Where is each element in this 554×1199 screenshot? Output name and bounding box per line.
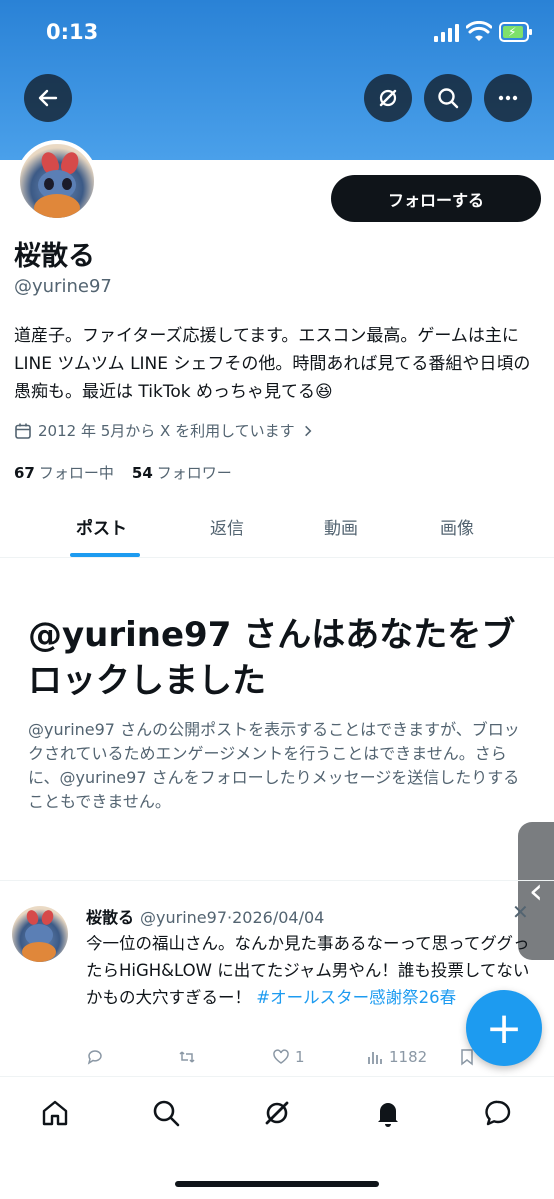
- grok-icon: [379, 89, 397, 107]
- heart-icon: [273, 1049, 289, 1064]
- views-icon: [368, 1052, 382, 1064]
- post-date[interactable]: 2026/04/04: [232, 908, 324, 927]
- follow-button[interactable]: フォローする: [331, 175, 541, 222]
- followers-label: フォロワー: [156, 464, 232, 482]
- nav-notifications[interactable]: [370, 1095, 406, 1131]
- status-bar: 0:13 ⚡: [0, 0, 554, 66]
- repost-button[interactable]: [178, 1048, 196, 1066]
- search-button[interactable]: [424, 74, 472, 122]
- followers-count: 54: [131, 464, 153, 482]
- wifi-icon: [466, 21, 492, 41]
- bio-text: 道産子。ファイターズ応援してます。エスコン最高。ゲームは主に LINE ツムツム…: [14, 326, 531, 402]
- profile-tabs: ポスト 返信 動画 画像: [0, 498, 554, 558]
- post-hashtag[interactable]: #オールスター感謝祭26春: [256, 988, 456, 1007]
- followers-link[interactable]: 54 フォロワー: [132, 462, 232, 483]
- tab-posts[interactable]: ポスト: [76, 514, 127, 539]
- chevron-right-icon: [304, 425, 312, 436]
- status-time: 0:13: [46, 20, 99, 44]
- grok-button[interactable]: [364, 74, 412, 122]
- post-more-icon[interactable]: ✕: [512, 900, 529, 924]
- following-label: フォロー中: [38, 464, 114, 482]
- joined-label: 2012 年 5月から X を利用しています: [38, 422, 295, 440]
- tab-images[interactable]: 画像: [440, 514, 474, 539]
- like-button[interactable]: 1: [272, 1048, 305, 1066]
- tab-videos[interactable]: 動画: [324, 514, 358, 539]
- post-text[interactable]: 今一位の福山さん。なんか見た事あるなーって思ってググったらHiGH&LOW に出…: [86, 930, 532, 1011]
- search-icon: [153, 1100, 180, 1127]
- like-count: 1: [295, 1048, 305, 1066]
- follow-stats: 67 フォロー中 54 フォロワー: [14, 462, 232, 483]
- battery-icon: ⚡: [499, 22, 532, 42]
- plus-icon: +: [485, 1002, 523, 1054]
- post-header: 桜散る @yurine97·2026/04/04: [86, 904, 324, 928]
- views-button[interactable]: 1182: [366, 1048, 427, 1066]
- blocked-description: @yurine97 さんの公開ポストを表示することはできますが、ブロックされてい…: [28, 720, 520, 811]
- arrow-left-icon: [38, 89, 58, 107]
- reply-icon: [87, 1050, 102, 1065]
- blocked-title: @yurine97 さんはあなたをブロックしました: [28, 615, 516, 701]
- repost-icon: [179, 1051, 195, 1063]
- post-author-handle[interactable]: @yurine97: [140, 908, 227, 927]
- profile-name: 桜散る: [14, 241, 95, 272]
- nav-messages[interactable]: [480, 1095, 516, 1131]
- reply-button[interactable]: [86, 1048, 104, 1066]
- grok-icon: [265, 1101, 289, 1125]
- more-icon: [498, 95, 518, 101]
- nav-search[interactable]: [148, 1095, 184, 1131]
- bio-emoji: 😆: [314, 382, 333, 402]
- joined-date[interactable]: 2012 年 5月から X を利用しています: [14, 420, 315, 441]
- notifications-icon: [378, 1103, 398, 1127]
- home-icon: [42, 1100, 68, 1126]
- nav-home[interactable]: [37, 1095, 73, 1131]
- post-actions: 1 1182: [86, 1046, 486, 1072]
- profile-bio: 道産子。ファイターズ応援してます。エスコン最高。ゲームは主に LINE ツムツム…: [14, 322, 544, 406]
- nav-grok[interactable]: [259, 1095, 295, 1131]
- home-indicator: [175, 1181, 379, 1187]
- following-link[interactable]: 67 フォロー中: [14, 462, 114, 483]
- active-tab-indicator: [70, 553, 140, 557]
- messages-icon: [485, 1100, 511, 1126]
- compose-post-button[interactable]: +: [466, 990, 542, 1066]
- more-button[interactable]: [484, 74, 532, 122]
- views-count: 1182: [389, 1048, 428, 1066]
- following-count: 67: [14, 464, 35, 482]
- tab-replies[interactable]: 返信: [210, 514, 244, 539]
- post-avatar[interactable]: [12, 906, 68, 962]
- divider: [0, 880, 554, 881]
- search-icon: [438, 88, 459, 109]
- profile-avatar[interactable]: [16, 140, 98, 222]
- back-button[interactable]: [24, 74, 72, 122]
- post-author-name[interactable]: 桜散る: [86, 908, 134, 927]
- profile-handle: @yurine97: [14, 276, 112, 297]
- chevron-left-icon: ‹: [528, 870, 544, 912]
- cellular-signal-icon: [434, 24, 460, 42]
- calendar-icon: [15, 423, 31, 439]
